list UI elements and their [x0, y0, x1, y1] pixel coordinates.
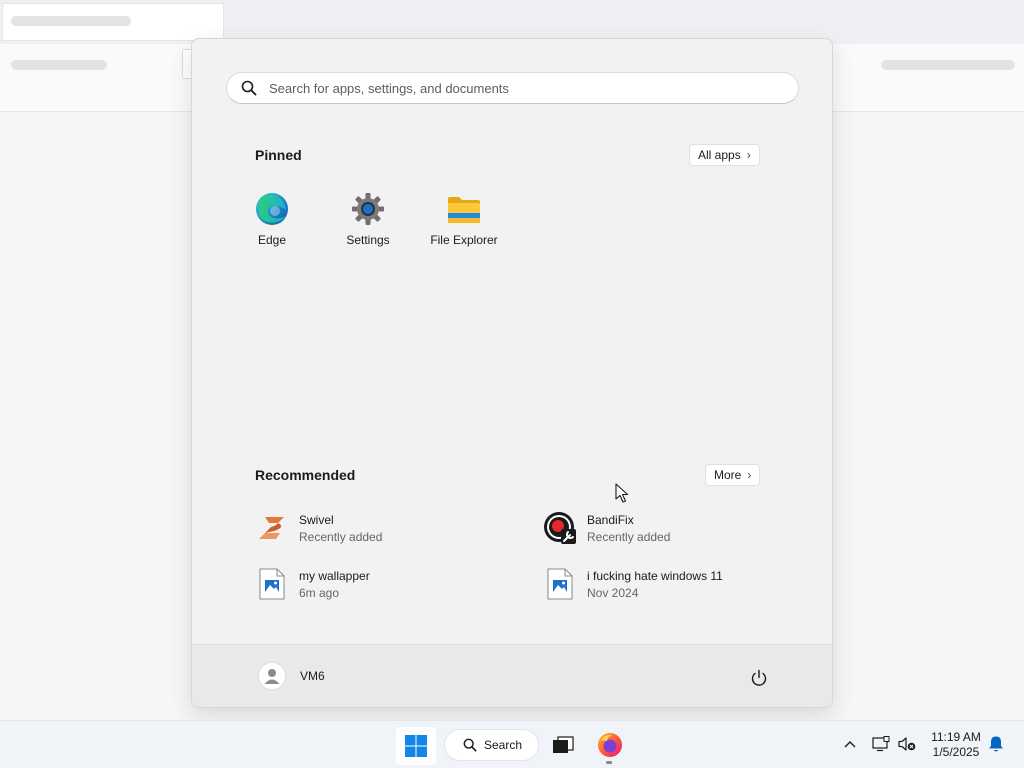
power-button[interactable]: [748, 667, 770, 689]
user-avatar-icon: [258, 662, 286, 690]
recommended-item-subtitle: Nov 2024: [587, 585, 639, 600]
recommended-item-text: my wallapper 6m ago: [299, 569, 370, 600]
notifications-button[interactable]: [985, 733, 1007, 755]
image-file-icon: [543, 567, 577, 601]
recommended-item-title: BandiFix: [587, 512, 634, 527]
recommended-item-title: my wallapper: [299, 568, 370, 583]
pinned-app-label: File Explorer: [430, 233, 498, 247]
show-hidden-icons-button[interactable]: [839, 733, 861, 755]
pinned-app-label: Settings: [346, 233, 390, 247]
recommended-item-my-wallapper[interactable]: my wallapper 6m ago: [255, 564, 525, 604]
recommended-item-subtitle: Recently added: [587, 529, 671, 544]
all-apps-label: All apps: [698, 148, 741, 162]
more-label: More: [714, 468, 742, 482]
start-button[interactable]: [396, 727, 436, 765]
pinned-app-file-explorer[interactable]: File Explorer: [416, 189, 512, 259]
loading-placeholder: [11, 16, 131, 26]
user-name: VM6: [300, 669, 325, 683]
recommended-item-i-fucking-hate-windows-11[interactable]: i fucking hate windows 11 Nov 2024: [543, 564, 813, 604]
recommended-item-text: BandiFix Recently added: [587, 513, 670, 544]
search-icon: [463, 738, 477, 752]
mouse-cursor-icon: [615, 483, 629, 503]
loading-placeholder: [11, 60, 107, 70]
edge-icon: [254, 191, 290, 227]
taskbar-clock[interactable]: 11:19 AM 1/5/2025: [920, 728, 992, 762]
search-placeholder: Search for apps, settings, and documents: [269, 80, 509, 96]
network-icon: [872, 736, 890, 752]
start-search-box[interactable]: Search for apps, settings, and documents: [226, 72, 799, 104]
taskbar-search-label: Search: [484, 738, 523, 752]
pinned-app-label: Edge: [257, 233, 287, 247]
recommended-title: Recommended: [255, 467, 356, 483]
settings-gear-icon: [350, 191, 386, 227]
pinned-app-edge[interactable]: Edge: [224, 189, 320, 259]
firefox-taskbar-button[interactable]: [591, 727, 629, 763]
bandifix-app-icon: [543, 511, 577, 545]
all-apps-button[interactable]: All apps ›: [689, 144, 760, 166]
image-file-icon: [255, 567, 289, 601]
chevron-right-icon: ›: [746, 148, 751, 162]
user-account-button[interactable]: VM6: [258, 662, 325, 690]
recommended-item-text: Swivel Recently added: [299, 513, 382, 544]
taskbar-search-button[interactable]: Search: [444, 729, 539, 761]
taskbar: Search 11:19 AM 1/5/2025: [0, 720, 1024, 768]
start-menu: Search for apps, settings, and documents…: [191, 38, 833, 708]
recommended-item-text: i fucking hate windows 11 Nov 2024: [587, 569, 723, 600]
loading-placeholder: [881, 60, 1015, 70]
task-view-button[interactable]: [545, 729, 581, 761]
recommended-item-title: i fucking hate windows 11: [587, 568, 723, 583]
folder-icon: [446, 191, 482, 227]
recommended-item-swivel[interactable]: Swivel Recently added: [255, 508, 525, 548]
notification-bell-icon: [988, 735, 1004, 753]
background-tab[interactable]: [2, 3, 224, 41]
power-icon: [750, 669, 768, 687]
clock-time: 11:19 AM: [931, 730, 981, 744]
recommended-item-title: Swivel: [299, 512, 334, 527]
pinned-app-settings[interactable]: Settings: [320, 189, 416, 259]
task-view-icon: [552, 736, 574, 754]
firefox-icon: [597, 732, 623, 758]
clock-date: 1/5/2025: [932, 745, 980, 759]
pinned-title: Pinned: [255, 147, 302, 163]
more-button[interactable]: More ›: [705, 464, 761, 486]
recommended-item-bandifix[interactable]: BandiFix Recently added: [543, 508, 813, 548]
network-status-button[interactable]: [870, 733, 892, 755]
volume-button[interactable]: [896, 733, 918, 755]
start-menu-footer: VM6: [192, 644, 832, 707]
swivel-app-icon: [255, 511, 289, 545]
search-icon: [241, 80, 257, 96]
chevron-up-icon: [844, 740, 856, 748]
running-indicator: [606, 761, 612, 764]
recommended-item-subtitle: Recently added: [299, 529, 383, 544]
chevron-right-icon: ›: [747, 468, 752, 482]
recommended-item-subtitle: 6m ago: [299, 585, 340, 600]
windows-logo-icon: [404, 734, 428, 758]
volume-muted-icon: [898, 736, 916, 752]
